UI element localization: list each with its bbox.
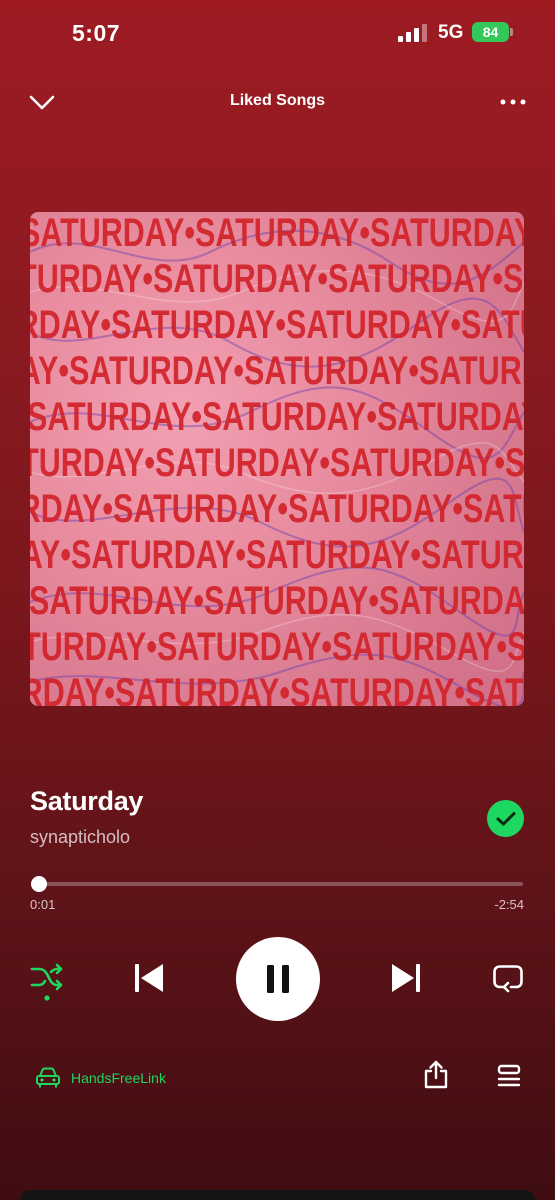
signal-strength-icon [398, 24, 427, 42]
battery-nub [510, 28, 513, 36]
skip-previous-icon[interactable] [132, 962, 166, 994]
share-icon[interactable] [422, 1060, 450, 1090]
album-art-text-row: SATURDAY•SATURDAY•SATURDAY•SATURDAY•SATU… [30, 303, 524, 347]
battery-indicator: 84 [472, 22, 513, 42]
album-art-text-row: SATURDAY•SATURDAY•SATURDAY•SATURDAY•SATU… [30, 579, 524, 623]
skip-next-icon[interactable] [389, 962, 423, 994]
track-title[interactable]: Saturday [30, 786, 470, 817]
time-remaining: -2:54 [494, 897, 524, 912]
album-art-text-row: SATURDAY•SATURDAY•SATURDAY•SATURDAY•SATU… [30, 441, 524, 485]
album-art-text-row: SATURDAY•SATURDAY•SATURDAY•SATURDAY•SATU… [30, 395, 524, 439]
pause-button[interactable] [236, 937, 320, 1021]
checkmark-icon [496, 811, 515, 825]
player-header: Liked Songs [0, 82, 555, 122]
album-art-text-row: SATURDAY•SATURDAY•SATURDAY•SATURDAY•SATU… [30, 257, 524, 301]
bottom-actions: HandsFreeLink [0, 1058, 555, 1098]
album-art-text-row: SATURDAY•SATURDAY•SATURDAY•SATURDAY•SATU… [30, 671, 524, 706]
progress-handle[interactable] [31, 876, 47, 892]
time-elapsed: 0:01 [30, 897, 56, 912]
album-art-text-pattern: SATURDAY•SATURDAY•SATURDAY• SATURDAY•SATU… [30, 212, 524, 706]
playlist-title: Liked Songs [229, 92, 326, 109]
battery-level: 84 [472, 22, 509, 42]
album-art-text-row: SATURDAY•SATURDAY•SATURDAY•SATURDAY•SATU… [30, 487, 524, 531]
car-icon [36, 1067, 60, 1088]
album-art-text-row: SATURDAY•SATURDAY•SATURDAY•SATURDAY•SATU… [30, 212, 524, 255]
progress-bar[interactable] [39, 882, 523, 886]
more-dots-icon[interactable] [498, 92, 528, 112]
status-time: 5:07 [72, 20, 121, 46]
queue-icon[interactable] [496, 1064, 522, 1088]
connected-device-button[interactable]: HandsFreeLink [35, 1062, 166, 1094]
album-art: SATURDAY•SATURDAY•SATURDAY• SATURDAY•SATU… [30, 212, 524, 706]
album-art-text-row: SATURDAY•SATURDAY•SATURDAY•SATURDAY•SATU… [30, 533, 524, 577]
album-art-text-row: SATURDAY•SATURDAY•SATURDAY•SATURDAY•SATU… [30, 625, 524, 669]
track-info: Saturday synapticholo [30, 786, 470, 848]
shuffle-icon[interactable] [30, 963, 64, 1003]
home-indicator [20, 1190, 535, 1200]
device-label: HandsFreeLink [71, 1070, 166, 1086]
track-artist[interactable]: synapticholo [30, 827, 470, 848]
pause-icon [267, 965, 289, 993]
playback-controls [0, 935, 555, 1021]
repeat-icon[interactable] [492, 963, 524, 993]
liked-button[interactable] [487, 800, 524, 837]
network-type: 5G [438, 22, 464, 43]
status-bar: 5:07 5G 84 [0, 0, 555, 70]
album-art-text-row: SATURDAY•SATURDAY•SATURDAY•SATURDAY•SATU… [30, 349, 524, 393]
